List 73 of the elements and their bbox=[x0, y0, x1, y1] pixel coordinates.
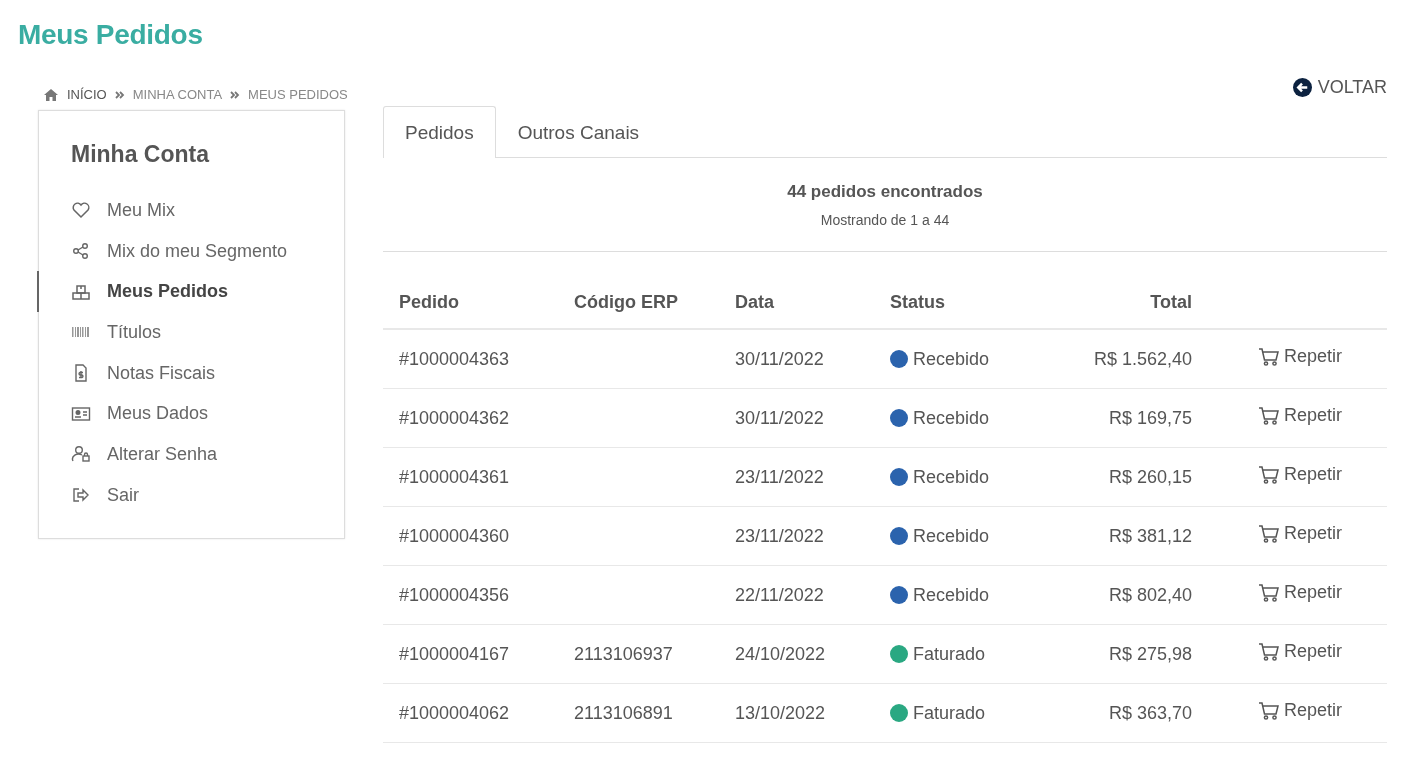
results-range: Mostrando de 1 a 44 bbox=[819, 212, 951, 228]
page-title: Meus Pedidos bbox=[18, 18, 204, 51]
sidebar-title: Minha Conta bbox=[71, 141, 211, 168]
sidebar-item[interactable]: Alterar Senha bbox=[71, 434, 344, 475]
status-label: Recebido bbox=[913, 525, 990, 547]
repeat-order-button[interactable]: Repetir bbox=[1258, 641, 1343, 663]
order-total: R$ 275,98 bbox=[1056, 624, 1208, 684]
repeat-order-button[interactable]: Repetir bbox=[1258, 346, 1343, 368]
order-date: 30/11/2022 bbox=[719, 329, 874, 389]
order-total: R$ 1.562,40 bbox=[1056, 329, 1208, 389]
breadcrumb-link[interactable]: INÍCIO bbox=[67, 87, 107, 102]
erp-code: 2113106937 bbox=[574, 643, 673, 664]
heart-icon bbox=[71, 200, 91, 221]
chevron-icon bbox=[114, 90, 125, 99]
order-total: R$ 802,40 bbox=[1056, 565, 1208, 625]
share-icon bbox=[71, 241, 91, 262]
chevron-icon bbox=[230, 90, 241, 99]
order-number: #1000004362 bbox=[383, 388, 558, 448]
order-total: R$ 169,75 bbox=[1056, 388, 1208, 448]
order-date: 30/11/2022 bbox=[719, 388, 874, 448]
arrow-left-icon bbox=[1292, 78, 1312, 97]
tab[interactable]: Pedidos bbox=[383, 106, 496, 158]
cart-icon bbox=[1258, 464, 1280, 485]
order-date: 23/11/2022 bbox=[719, 447, 874, 507]
column-header: Pedido bbox=[383, 277, 558, 329]
order-date: 13/10/2022 bbox=[719, 683, 874, 743]
repeat-order-button[interactable]: Repetir bbox=[1258, 523, 1343, 545]
order-total: R$ 363,70 bbox=[1056, 683, 1208, 743]
status-label: Faturado bbox=[913, 643, 986, 665]
sidebar-item[interactable]: Meus Dados bbox=[71, 393, 344, 435]
status-label: Faturado bbox=[913, 702, 986, 724]
repeat-order-button[interactable]: Repetir bbox=[1258, 582, 1343, 604]
results-count: 44 pedidos encontrados bbox=[786, 182, 984, 202]
back-link[interactable]: VOLTAR bbox=[1292, 77, 1387, 98]
sidebar-item[interactable]: Mix do meu Segmento bbox=[71, 230, 344, 272]
order-date: 24/10/2022 bbox=[719, 624, 874, 684]
sidebar-item[interactable]: Sair bbox=[71, 474, 344, 516]
home-icon[interactable] bbox=[43, 87, 59, 102]
breadcrumb-link[interactable]: MINHA CONTA bbox=[132, 87, 223, 102]
sidebar-item[interactable]: Notas Fiscais bbox=[71, 352, 344, 394]
status-label: Recebido bbox=[913, 348, 990, 370]
user-lock-icon bbox=[71, 444, 91, 465]
cart-icon bbox=[1258, 582, 1280, 603]
status-label: Recebido bbox=[913, 407, 990, 429]
order-number: #1000004356 bbox=[383, 565, 558, 625]
repeat-order-button[interactable]: Repetir bbox=[1258, 405, 1343, 427]
order-date: 22/11/2022 bbox=[719, 565, 874, 625]
cart-icon bbox=[1258, 700, 1280, 721]
column-header: Total bbox=[1056, 277, 1208, 329]
order-date: 23/11/2022 bbox=[719, 506, 874, 566]
order-number: #1000004062 bbox=[383, 683, 558, 743]
breadcrumb-link[interactable]: MEUS PEDIDOS bbox=[248, 87, 348, 102]
column-header: Status bbox=[874, 277, 1056, 329]
status-label: Recebido bbox=[913, 584, 990, 606]
tab[interactable]: Outros Canais bbox=[495, 106, 662, 158]
order-number: #1000004361 bbox=[383, 447, 558, 507]
order-number: #1000004363 bbox=[383, 329, 558, 389]
cart-icon bbox=[1258, 641, 1280, 662]
erp-code: 2113106891 bbox=[574, 702, 673, 723]
cart-icon bbox=[1258, 405, 1280, 426]
sidebar-item[interactable]: Títulos bbox=[71, 312, 344, 353]
order-number: #1000004167 bbox=[383, 624, 558, 684]
order-total: R$ 381,12 bbox=[1056, 506, 1208, 566]
order-number: #1000004360 bbox=[383, 506, 558, 566]
cart-icon bbox=[1258, 523, 1280, 544]
order-total: R$ 260,15 bbox=[1056, 447, 1208, 507]
sidebar-item[interactable]: Meu Mix bbox=[71, 190, 344, 231]
repeat-order-button[interactable]: Repetir bbox=[1258, 700, 1343, 722]
column-header: Data bbox=[719, 277, 874, 329]
repeat-order-button[interactable]: Repetir bbox=[1258, 464, 1343, 486]
column-header: Código ERP bbox=[558, 277, 719, 329]
status-label: Recebido bbox=[913, 466, 990, 488]
cart-icon bbox=[1258, 346, 1280, 367]
